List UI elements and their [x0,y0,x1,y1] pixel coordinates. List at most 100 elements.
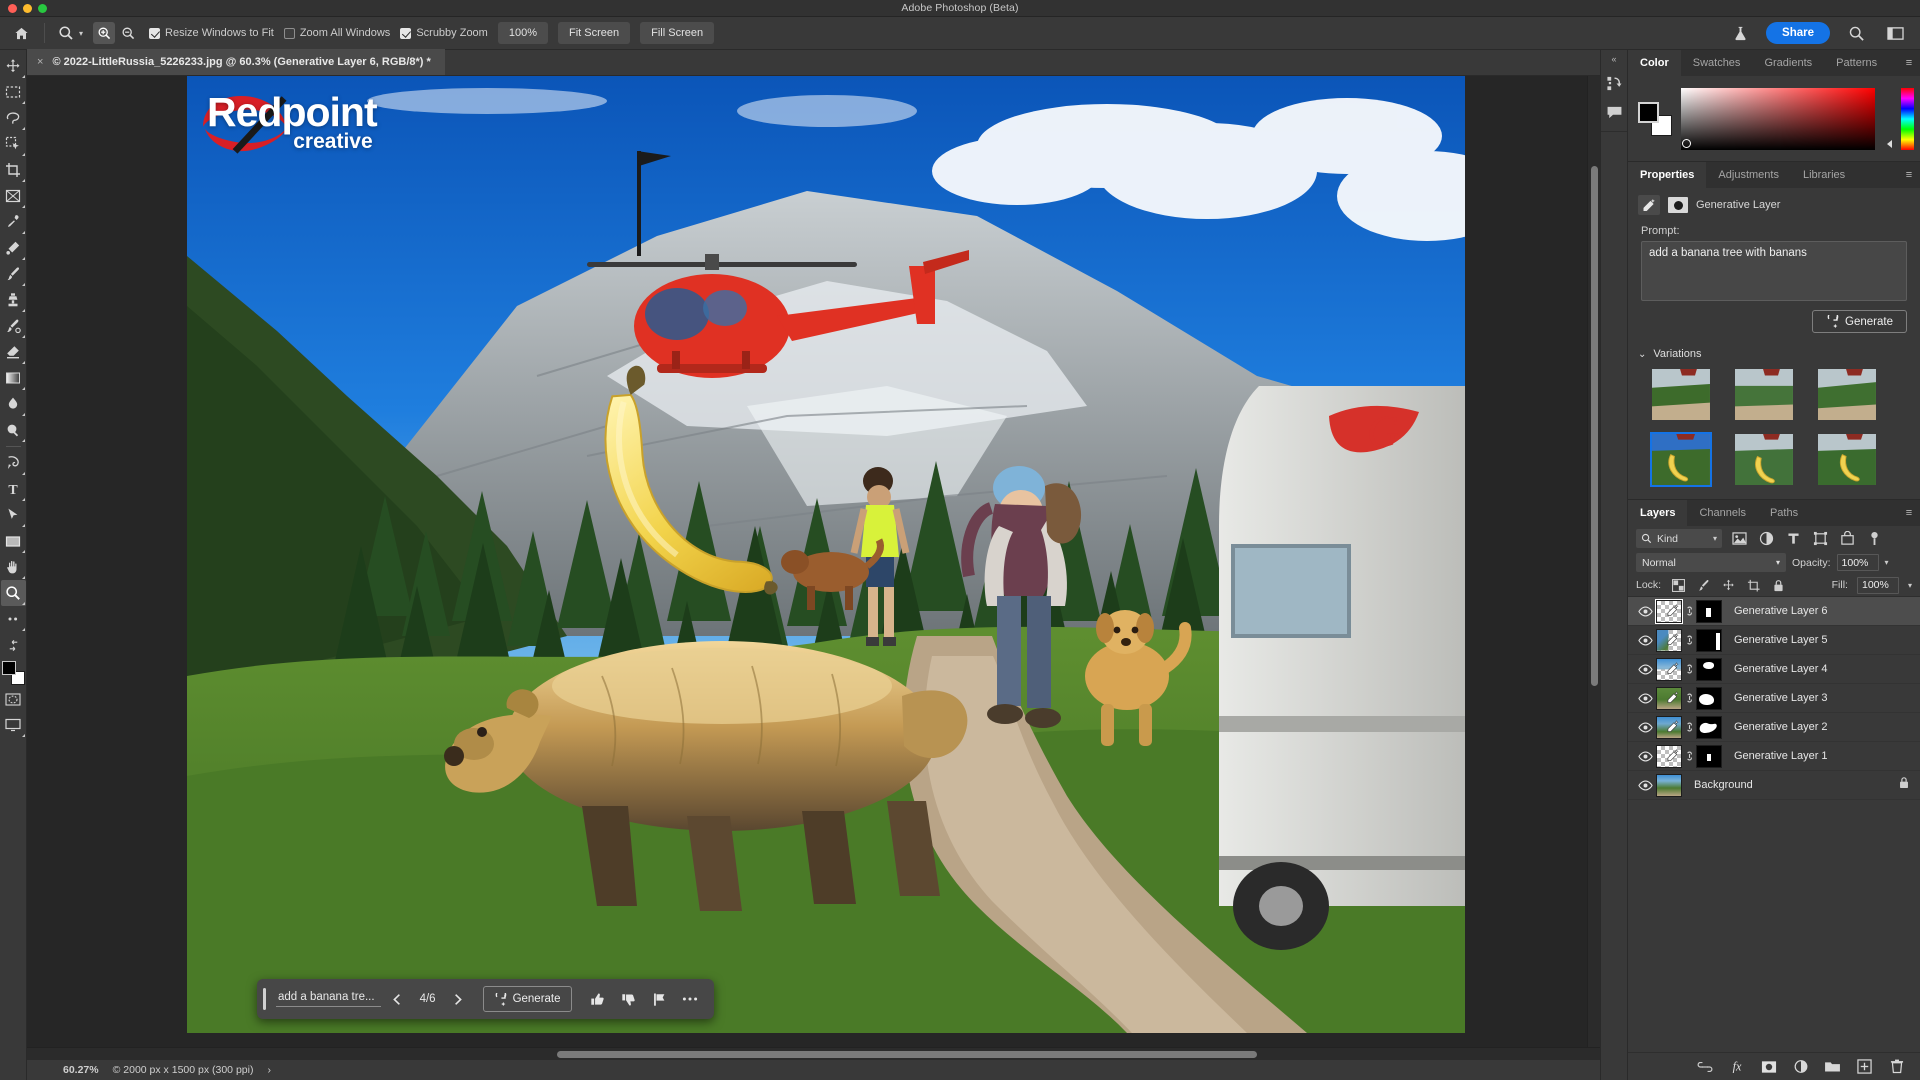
variation-thumbnail[interactable] [1650,367,1712,422]
layer-name[interactable]: Generative Layer 1 [1722,750,1828,762]
filter-kind-select[interactable]: Kind ▾ [1636,529,1722,548]
taskbar-generate-button[interactable]: Generate [482,986,572,1012]
workspace-icon[interactable] [1882,21,1908,45]
lock-position-icon[interactable] [1720,577,1736,593]
tab-properties[interactable]: Properties [1628,162,1707,188]
lock-all-icon[interactable] [1770,577,1786,593]
canvas-viewport[interactable]: G Redpoint creative add a banana tre... … [27,76,1600,1047]
canvas-vertical-scrollbar[interactable] [1587,76,1600,1047]
zoom-100-button[interactable]: 100% [497,22,548,44]
zoom-out-icon[interactable] [117,22,139,44]
layer-visibility-toggle[interactable] [1634,684,1656,713]
layer-visibility-toggle[interactable] [1634,655,1656,684]
next-variation-button[interactable] [445,986,471,1012]
layer-style-icon[interactable]: fx [1728,1058,1745,1075]
frame-tool-icon[interactable] [1,183,26,209]
more-options-icon[interactable] [677,986,704,1012]
lock-transparent-icon[interactable] [1670,577,1686,593]
generative-fill-taskbar[interactable]: add a banana tre... 4/6 Generate [257,979,714,1019]
move-tool-icon[interactable] [1,53,26,79]
variation-thumbnail[interactable] [1733,367,1795,422]
foreground-color-swatch[interactable] [1638,101,1659,123]
layer-thumbnail[interactable] [1656,715,1682,739]
link-mask-icon[interactable] [1682,663,1696,675]
foreground-color-swatch[interactable] [1,661,16,675]
link-mask-icon[interactable] [1682,721,1696,733]
rectangle-tool-icon[interactable] [1,528,26,554]
object-selection-tool-icon[interactable] [1,131,26,157]
variation-thumbnail[interactable] [1733,432,1795,487]
fill-input[interactable]: 100% [1856,576,1899,594]
panel-menu-icon[interactable]: ≡ [1898,162,1920,188]
delete-layer-icon[interactable] [1888,1058,1905,1075]
taskbar-drag-handle[interactable] [263,988,266,1010]
table-row[interactable]: Generative Layer 2 [1628,713,1920,742]
search-icon[interactable] [1843,21,1869,45]
zoom-in-icon[interactable] [93,22,116,44]
zoom-tool-sidebar-icon[interactable] [0,580,26,606]
collapse-panels-button[interactable]: « [1601,50,1627,67]
flag-icon[interactable] [646,986,673,1012]
fill-screen-button[interactable]: Fill Screen [640,22,715,44]
edit-toolbar-icon[interactable] [1,606,26,632]
tab-layers[interactable]: Layers [1628,500,1688,526]
tab-patterns[interactable]: Patterns [1824,50,1889,76]
type-filter-icon[interactable] [1783,529,1803,549]
add-mask-icon[interactable] [1760,1058,1777,1075]
adjustment-layer-icon[interactable] [1792,1058,1809,1075]
hue-slider[interactable] [1901,87,1914,150]
table-row[interactable]: Generative Layer 4 [1628,655,1920,684]
layer-visibility-toggle[interactable] [1634,771,1656,800]
chevron-down-icon[interactable]: ▾ [79,29,83,38]
scrollbar-thumb[interactable] [557,1051,1257,1058]
screen-mode-icon[interactable] [1,712,26,738]
tab-swatches[interactable]: Swatches [1681,50,1753,76]
layer-mask-thumbnail[interactable] [1696,599,1722,623]
opacity-input[interactable]: 100% [1836,554,1879,571]
path-selection-tool-icon[interactable] [1,502,26,528]
layer-mask-thumbnail[interactable] [1696,715,1722,739]
canvas-horizontal-scrollbar[interactable] [27,1047,1600,1060]
layer-visibility-toggle[interactable] [1634,713,1656,742]
pixel-filter-icon[interactable] [1729,529,1749,549]
layer-mask-thumbnail[interactable] [1696,657,1722,681]
layer-thumbnail[interactable] [1655,598,1683,624]
link-mask-icon[interactable] [1682,692,1696,704]
checkbox-resize-windows-to-fit[interactable]: Resize Windows to Fit [149,27,274,39]
checkbox-zoom-all-windows[interactable]: Zoom All Windows [283,27,390,39]
variations-header[interactable]: ⌄ Variations [1628,344,1920,365]
tab-gradients[interactable]: Gradients [1752,50,1824,76]
brush-tool-icon[interactable] [1,261,26,287]
swap-colors-icon[interactable] [1,632,26,658]
link-mask-icon[interactable] [1682,750,1696,762]
panel-menu-icon[interactable]: ≡ [1898,50,1920,76]
comment-icon[interactable] [1602,99,1627,125]
variation-thumbnail-selected[interactable] [1650,432,1712,487]
tab-adjustments[interactable]: Adjustments [1706,162,1791,188]
tab-channels[interactable]: Channels [1687,500,1757,526]
tab-color[interactable]: Color [1628,50,1681,76]
link-mask-icon[interactable] [1682,634,1696,646]
blur-tool-icon[interactable] [1,391,26,417]
zoom-tool-icon[interactable] [55,22,77,44]
shape-filter-icon[interactable] [1810,529,1830,549]
layer-mask-thumbnail[interactable] [1696,628,1722,652]
healing-brush-tool-icon[interactable] [1,235,26,261]
table-row[interactable]: Generative Layer 6 [1628,597,1920,626]
link-mask-icon[interactable] [1682,605,1696,617]
layer-thumbnail[interactable] [1656,744,1682,768]
layer-thumbnail[interactable] [1656,686,1682,710]
foreground-background-colors[interactable] [1,660,26,686]
gradient-tool-icon[interactable] [1,365,26,391]
share-button[interactable]: Share [1766,22,1830,44]
layer-visibility-toggle[interactable] [1634,626,1656,655]
status-zoom-level[interactable]: 60.27% [63,1064,99,1076]
layer-mask-thumbnail[interactable] [1696,686,1722,710]
scrollbar-thumb[interactable] [1591,166,1598,686]
lasso-tool-icon[interactable] [1,105,26,131]
panel-menu-icon[interactable]: ≡ [1898,500,1920,526]
crop-tool-icon[interactable] [1,157,26,183]
thumbs-up-icon[interactable] [584,986,611,1012]
layer-visibility-toggle[interactable] [1634,742,1656,771]
opacity-stepper-icon[interactable]: ▾ [1885,558,1889,567]
